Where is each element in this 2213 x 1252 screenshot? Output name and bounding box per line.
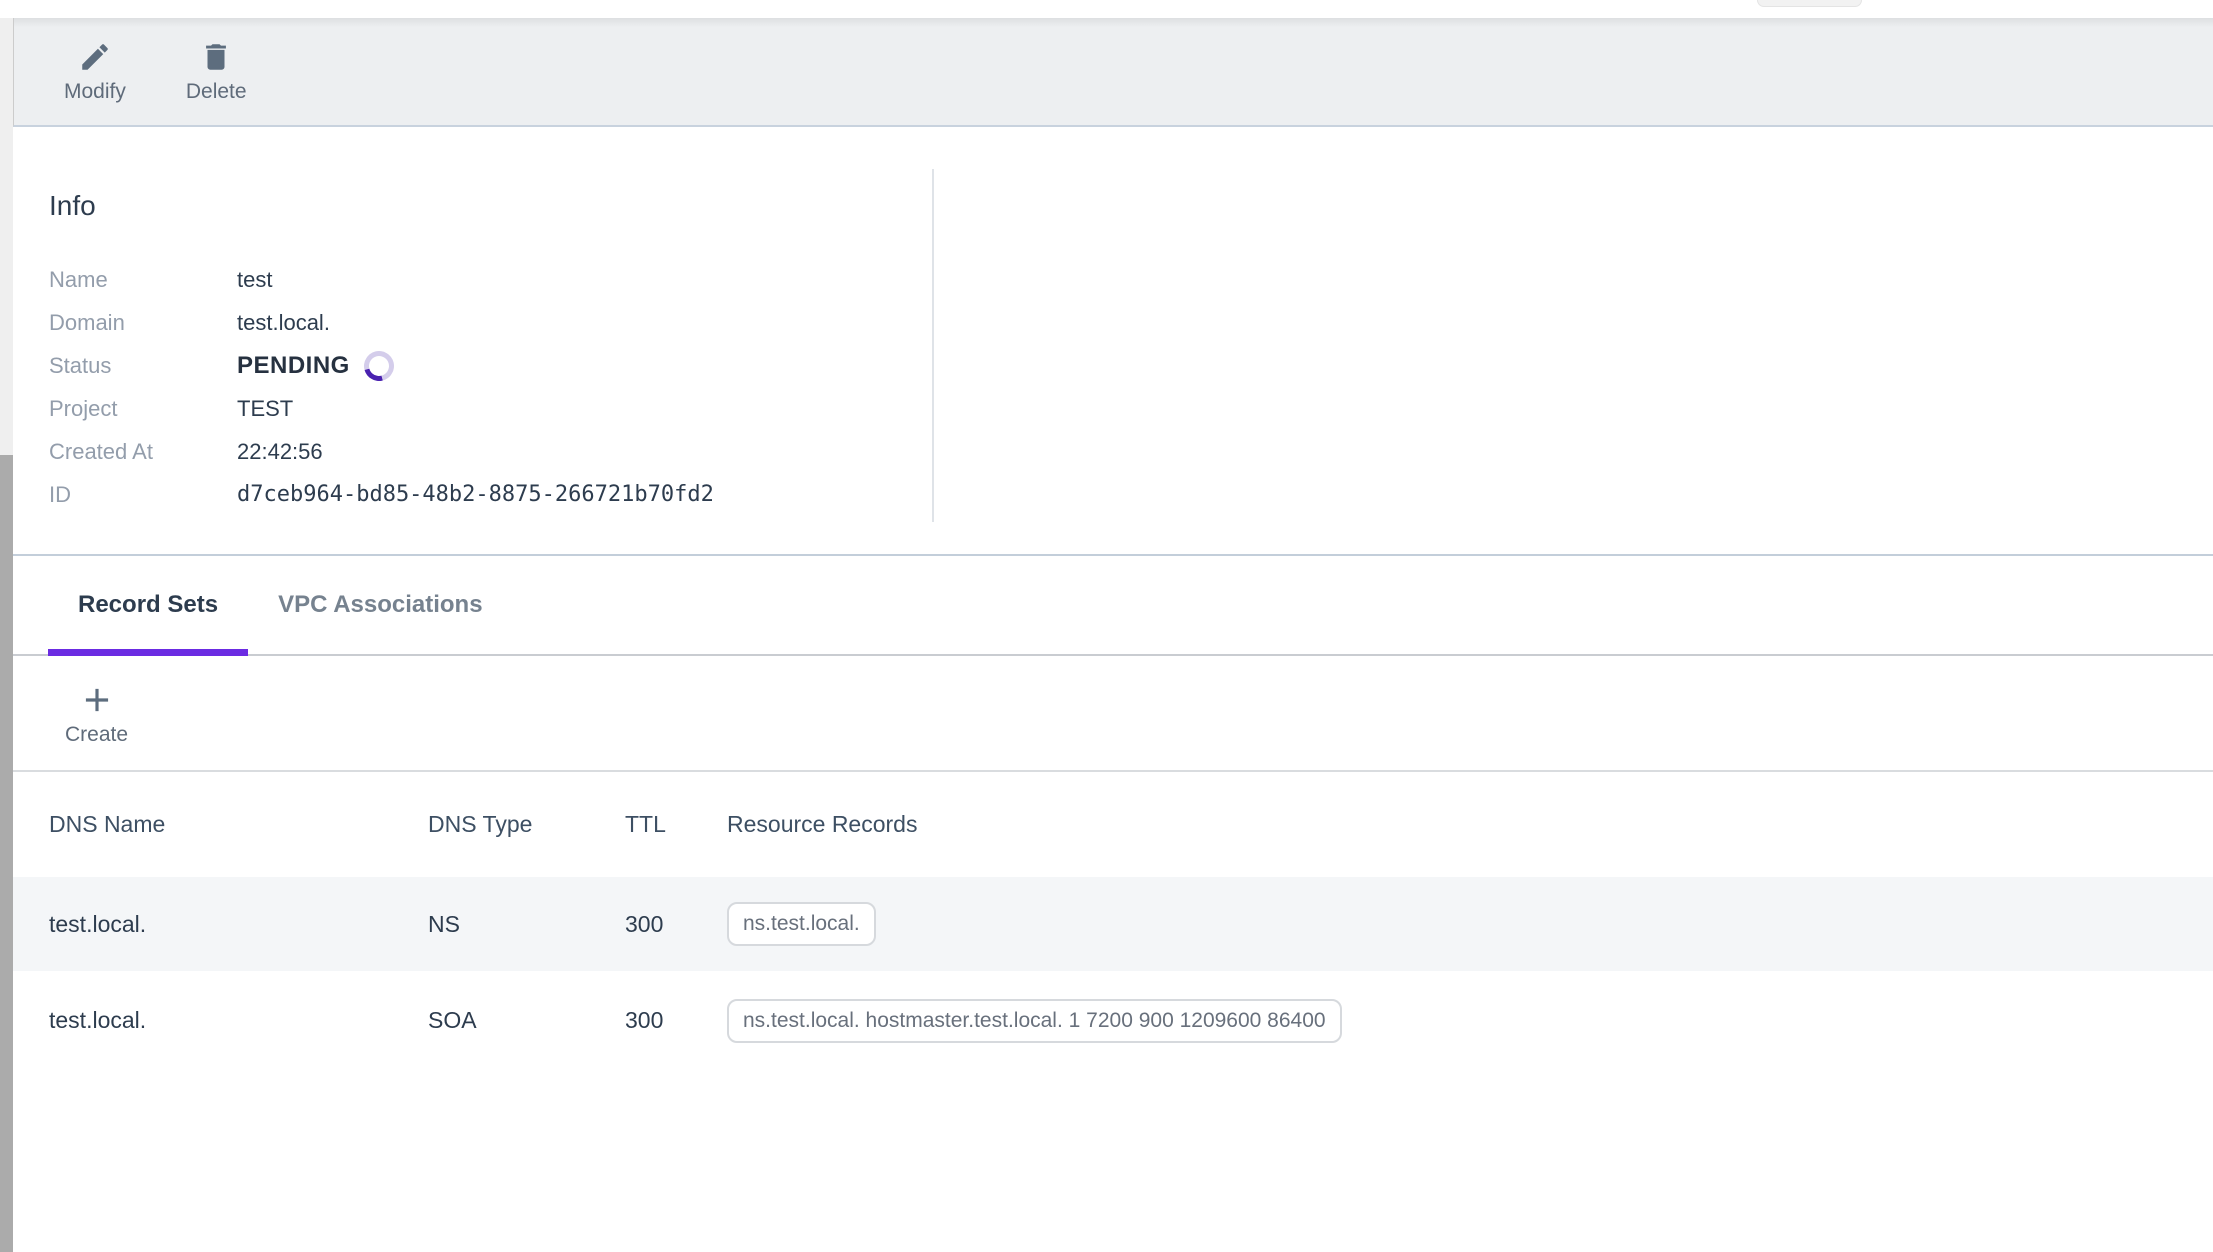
tab-record-sets[interactable]: Record Sets bbox=[48, 556, 248, 654]
info-row-id: ID d7ceb964-bd85-48b2-8875-266721b70fd2 bbox=[49, 473, 714, 516]
create-record-set-button[interactable]: Create bbox=[55, 681, 138, 747]
tab-vpc-associations[interactable]: VPC Associations bbox=[248, 556, 513, 654]
info-section-title: Info bbox=[49, 190, 96, 222]
cell-dns-name: test.local. bbox=[49, 1007, 428, 1034]
info-row-created-at: Created At 22:42:56 bbox=[49, 430, 714, 473]
browser-tab-remnant bbox=[1757, 0, 1862, 7]
left-scrollbar-track[interactable] bbox=[0, 18, 13, 1252]
info-row-project: Project TEST bbox=[49, 387, 714, 430]
table-row[interactable]: test.local. NS 300 ns.test.local. bbox=[13, 877, 2213, 971]
table-row[interactable]: test.local. SOA 300 ns.test.local. hostm… bbox=[13, 971, 2213, 1070]
field-label: Domain bbox=[49, 310, 237, 336]
field-value: test bbox=[237, 267, 272, 293]
cell-dns-name: test.local. bbox=[49, 911, 428, 938]
record-chip: ns.test.local. bbox=[727, 902, 876, 946]
left-scrollbar-thumb[interactable] bbox=[0, 455, 13, 1252]
pending-spinner-icon bbox=[358, 345, 399, 386]
field-value: 22:42:56 bbox=[237, 439, 323, 465]
record-set-actions-row: Create bbox=[13, 658, 2213, 772]
create-button-label: Create bbox=[65, 723, 128, 747]
info-vertical-divider bbox=[932, 169, 934, 522]
modify-button[interactable]: Modify bbox=[56, 40, 134, 104]
trash-icon bbox=[199, 40, 233, 74]
info-field-list: Name test Domain test.local. Status PEND… bbox=[49, 258, 714, 516]
record-chip: ns.test.local. hostmaster.test.local. 1 … bbox=[727, 999, 1342, 1043]
column-header-ttl: TTL bbox=[625, 811, 727, 838]
info-row-name: Name test bbox=[49, 258, 714, 301]
cell-resource-records: ns.test.local. bbox=[727, 902, 2213, 946]
delete-button-label: Delete bbox=[186, 80, 247, 104]
delete-button[interactable]: Delete bbox=[178, 40, 255, 104]
status-badge: PENDING bbox=[237, 351, 394, 381]
browser-top-strip bbox=[0, 0, 2213, 18]
column-header-dns-type: DNS Type bbox=[428, 811, 625, 838]
field-label: Created At bbox=[49, 439, 237, 465]
table-header-row: DNS Name DNS Type TTL Resource Records bbox=[13, 772, 2213, 877]
field-value: TEST bbox=[237, 396, 293, 422]
field-label: ID bbox=[49, 482, 237, 508]
detail-tabbar: Record Sets VPC Associations bbox=[13, 556, 2213, 656]
cell-ttl: 300 bbox=[625, 911, 727, 938]
info-row-status: Status PENDING bbox=[49, 344, 714, 387]
plus-icon bbox=[78, 681, 116, 719]
cell-resource-records: ns.test.local. hostmaster.test.local. 1 … bbox=[727, 999, 2213, 1043]
pencil-icon bbox=[78, 40, 112, 74]
column-header-resource-records: Resource Records bbox=[727, 811, 2213, 838]
field-label: Name bbox=[49, 267, 237, 293]
cell-dns-type: NS bbox=[428, 911, 625, 938]
modify-button-label: Modify bbox=[64, 80, 126, 104]
dns-zone-detail-page: Modify Delete Info Name test Domain test… bbox=[0, 0, 2213, 1252]
cell-dns-type: SOA bbox=[428, 1007, 625, 1034]
action-toolbar: Modify Delete bbox=[13, 18, 2213, 127]
field-value: test.local. bbox=[237, 310, 330, 336]
field-label: Status bbox=[49, 353, 237, 379]
record-sets-table: DNS Name DNS Type TTL Resource Records t… bbox=[13, 772, 2213, 1070]
field-label: Project bbox=[49, 396, 237, 422]
info-row-domain: Domain test.local. bbox=[49, 301, 714, 344]
zone-id-value: d7ceb964-bd85-48b2-8875-266721b70fd2 bbox=[237, 482, 714, 507]
column-header-dns-name: DNS Name bbox=[49, 811, 428, 838]
cell-ttl: 300 bbox=[625, 1007, 727, 1034]
status-text: PENDING bbox=[237, 352, 350, 380]
